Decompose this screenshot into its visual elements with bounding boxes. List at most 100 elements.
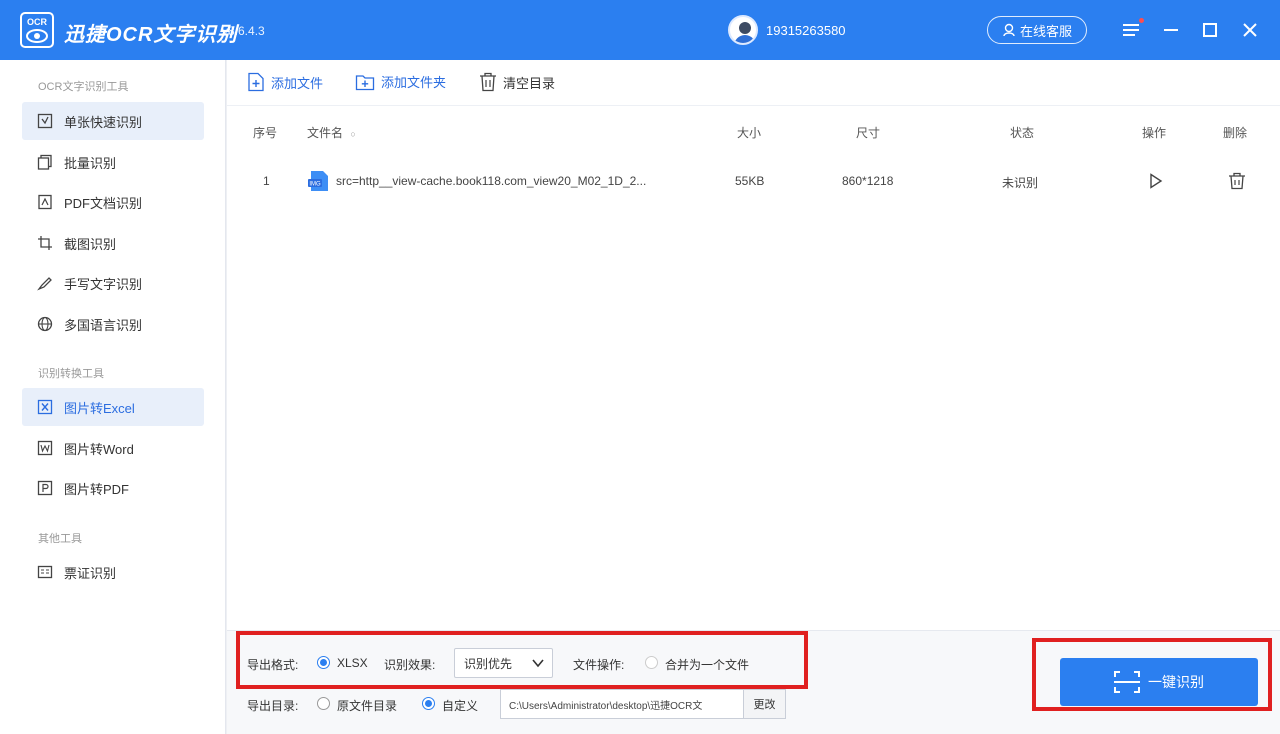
main-panel: 添加文件 添加文件夹 清空目录 序号 文件名 ○ 大小 尺寸 状态 操作 删除 … bbox=[227, 60, 1280, 734]
add-folder-button[interactable]: 添加文件夹 bbox=[355, 72, 446, 91]
row-dimensions: 860*1218 bbox=[842, 174, 894, 188]
sidebar-item-pdf-doc[interactable]: PDF文档识别 bbox=[22, 183, 204, 221]
sidebar-item-handwriting[interactable]: 手写文字识别 bbox=[22, 264, 204, 302]
excel-icon bbox=[36, 398, 54, 416]
format-xlsx-label: XLSX bbox=[337, 656, 368, 670]
delete-row-button[interactable] bbox=[1226, 170, 1248, 192]
word-icon bbox=[36, 439, 54, 457]
dir-custom-label: 自定义 bbox=[442, 699, 479, 713]
minimize-icon bbox=[1164, 29, 1178, 31]
notification-dot bbox=[1139, 18, 1144, 23]
batch-icon bbox=[36, 153, 54, 171]
change-dir-button[interactable]: 更改 bbox=[744, 689, 786, 719]
user-phone: 19315263580 bbox=[766, 22, 846, 38]
sidebar-item-single-scan[interactable]: 单张快速识别 bbox=[22, 102, 204, 140]
sidebar-item-image-to-excel[interactable]: 图片转Excel bbox=[22, 388, 204, 426]
trash-icon bbox=[479, 72, 497, 92]
menu-icon bbox=[1123, 24, 1139, 36]
sidebar-item-image-to-pdf[interactable]: 图片转PDF bbox=[22, 469, 204, 507]
add-file-icon bbox=[247, 72, 265, 92]
sidebar-item-label: 多国语言识别 bbox=[64, 317, 143, 333]
sidebar-item-label: 截图识别 bbox=[64, 236, 117, 252]
format-xlsx-radio[interactable] bbox=[317, 656, 330, 669]
maximize-button[interactable] bbox=[1198, 18, 1222, 42]
dir-custom-radio[interactable] bbox=[422, 697, 435, 710]
single-scan-icon bbox=[36, 112, 54, 130]
effect-select-value: 识别优先 bbox=[464, 656, 513, 671]
clear-list-label: 清空目录 bbox=[503, 75, 556, 91]
header-dimensions: 尺寸 bbox=[856, 126, 881, 140]
row-filename: src=http__view-cache.book118.com_view20_… bbox=[336, 174, 647, 188]
sidebar-item-label: 手写文字识别 bbox=[64, 276, 143, 292]
sidebar-group-title-other: 其他工具 bbox=[38, 533, 82, 545]
effect-select[interactable]: 识别优先 bbox=[454, 648, 553, 678]
online-service-button[interactable]: 在线客服 bbox=[987, 16, 1087, 44]
app-logo-icon: OCR bbox=[20, 12, 54, 48]
maximize-icon bbox=[1203, 23, 1217, 37]
handwriting-icon bbox=[36, 274, 54, 292]
play-icon bbox=[1150, 173, 1163, 189]
file-op-label: 文件操作: bbox=[573, 658, 625, 672]
minimize-button[interactable] bbox=[1159, 18, 1183, 42]
add-file-label: 添加文件 bbox=[271, 75, 324, 91]
sidebar-group-title-convert: 识别转换工具 bbox=[38, 368, 104, 380]
menu-button[interactable] bbox=[1120, 18, 1144, 42]
avatar bbox=[728, 15, 758, 45]
sidebar-item-label: 单张快速识别 bbox=[64, 114, 143, 130]
one-click-recognize-button[interactable]: 一键识别 bbox=[1060, 658, 1258, 706]
ticket-icon bbox=[36, 563, 54, 581]
header-filename[interactable]: 文件名 ○ bbox=[307, 124, 356, 141]
logo-text: OCR bbox=[27, 17, 48, 27]
pdf-doc-icon bbox=[36, 193, 54, 211]
globe-icon bbox=[36, 315, 54, 333]
app-title: 迅捷OCR文字识别 bbox=[64, 24, 238, 46]
export-path-input[interactable] bbox=[500, 689, 744, 719]
add-folder-icon bbox=[355, 73, 375, 91]
start-recognize-button[interactable] bbox=[1145, 170, 1167, 192]
export-format-label: 导出格式: bbox=[247, 658, 299, 672]
row-index: 1 bbox=[263, 174, 270, 188]
sidebar-item-ticket[interactable]: 票证识别 bbox=[22, 553, 204, 591]
toolbar: 添加文件 添加文件夹 清空目录 bbox=[227, 60, 1280, 106]
header-action: 操作 bbox=[1142, 126, 1167, 140]
svg-text:IMG: IMG bbox=[309, 182, 321, 188]
export-dir-label: 导出目录: bbox=[247, 699, 299, 713]
effect-label: 识别效果: bbox=[384, 658, 436, 672]
sidebar-item-label: 批量识别 bbox=[64, 155, 117, 171]
sidebar-item-screenshot[interactable]: 截图识别 bbox=[22, 224, 204, 262]
sidebar-item-label: 票证识别 bbox=[64, 565, 117, 581]
user-account[interactable]: 19315263580 bbox=[728, 14, 846, 46]
header-filename-label: 文件名 bbox=[307, 126, 344, 140]
sort-icon[interactable]: ○ bbox=[350, 129, 355, 139]
add-folder-label: 添加文件夹 bbox=[381, 75, 447, 90]
options-panel: 导出格式: XLSX 识别效果: 识别优先 文件操作: 合并为一个文件 导出目录… bbox=[227, 630, 1280, 734]
sidebar-item-label: 图片转Word bbox=[64, 441, 134, 457]
header-delete: 删除 bbox=[1223, 126, 1248, 140]
sidebar-item-label: 图片转Excel bbox=[64, 400, 135, 416]
dir-original-radio[interactable] bbox=[317, 697, 330, 710]
header-status: 状态 bbox=[1010, 126, 1035, 140]
dir-original-label: 原文件目录 bbox=[337, 699, 398, 713]
scan-icon bbox=[1114, 671, 1140, 693]
header-index: 序号 bbox=[253, 126, 278, 140]
one-click-recognize-label: 一键识别 bbox=[1148, 674, 1204, 690]
close-icon bbox=[1243, 23, 1257, 37]
sidebar-item-batch[interactable]: 批量识别 bbox=[22, 143, 204, 181]
screenshot-icon bbox=[36, 234, 54, 252]
row-status: 未识别 bbox=[1002, 176, 1039, 190]
app-version: v8.6.4.3 bbox=[222, 24, 265, 38]
sidebar-group-title-ocr: OCR文字识别工具 bbox=[38, 81, 129, 93]
sidebar-item-multilingual[interactable]: 多国语言识别 bbox=[22, 305, 204, 343]
trash-icon bbox=[1229, 172, 1245, 190]
clear-list-button[interactable]: 清空目录 bbox=[479, 72, 555, 92]
close-button[interactable] bbox=[1238, 18, 1262, 42]
sidebar-item-image-to-word[interactable]: 图片转Word bbox=[22, 429, 204, 467]
pdf-icon bbox=[36, 479, 54, 497]
header-size: 大小 bbox=[737, 126, 762, 140]
online-service-label: 在线客服 bbox=[1019, 23, 1072, 39]
sidebar-item-label: PDF文档识别 bbox=[64, 195, 143, 211]
add-file-button[interactable]: 添加文件 bbox=[247, 72, 323, 92]
sidebar-item-label: 图片转PDF bbox=[64, 481, 130, 497]
merge-file-radio[interactable] bbox=[645, 656, 658, 669]
row-size: 55KB bbox=[735, 174, 765, 188]
